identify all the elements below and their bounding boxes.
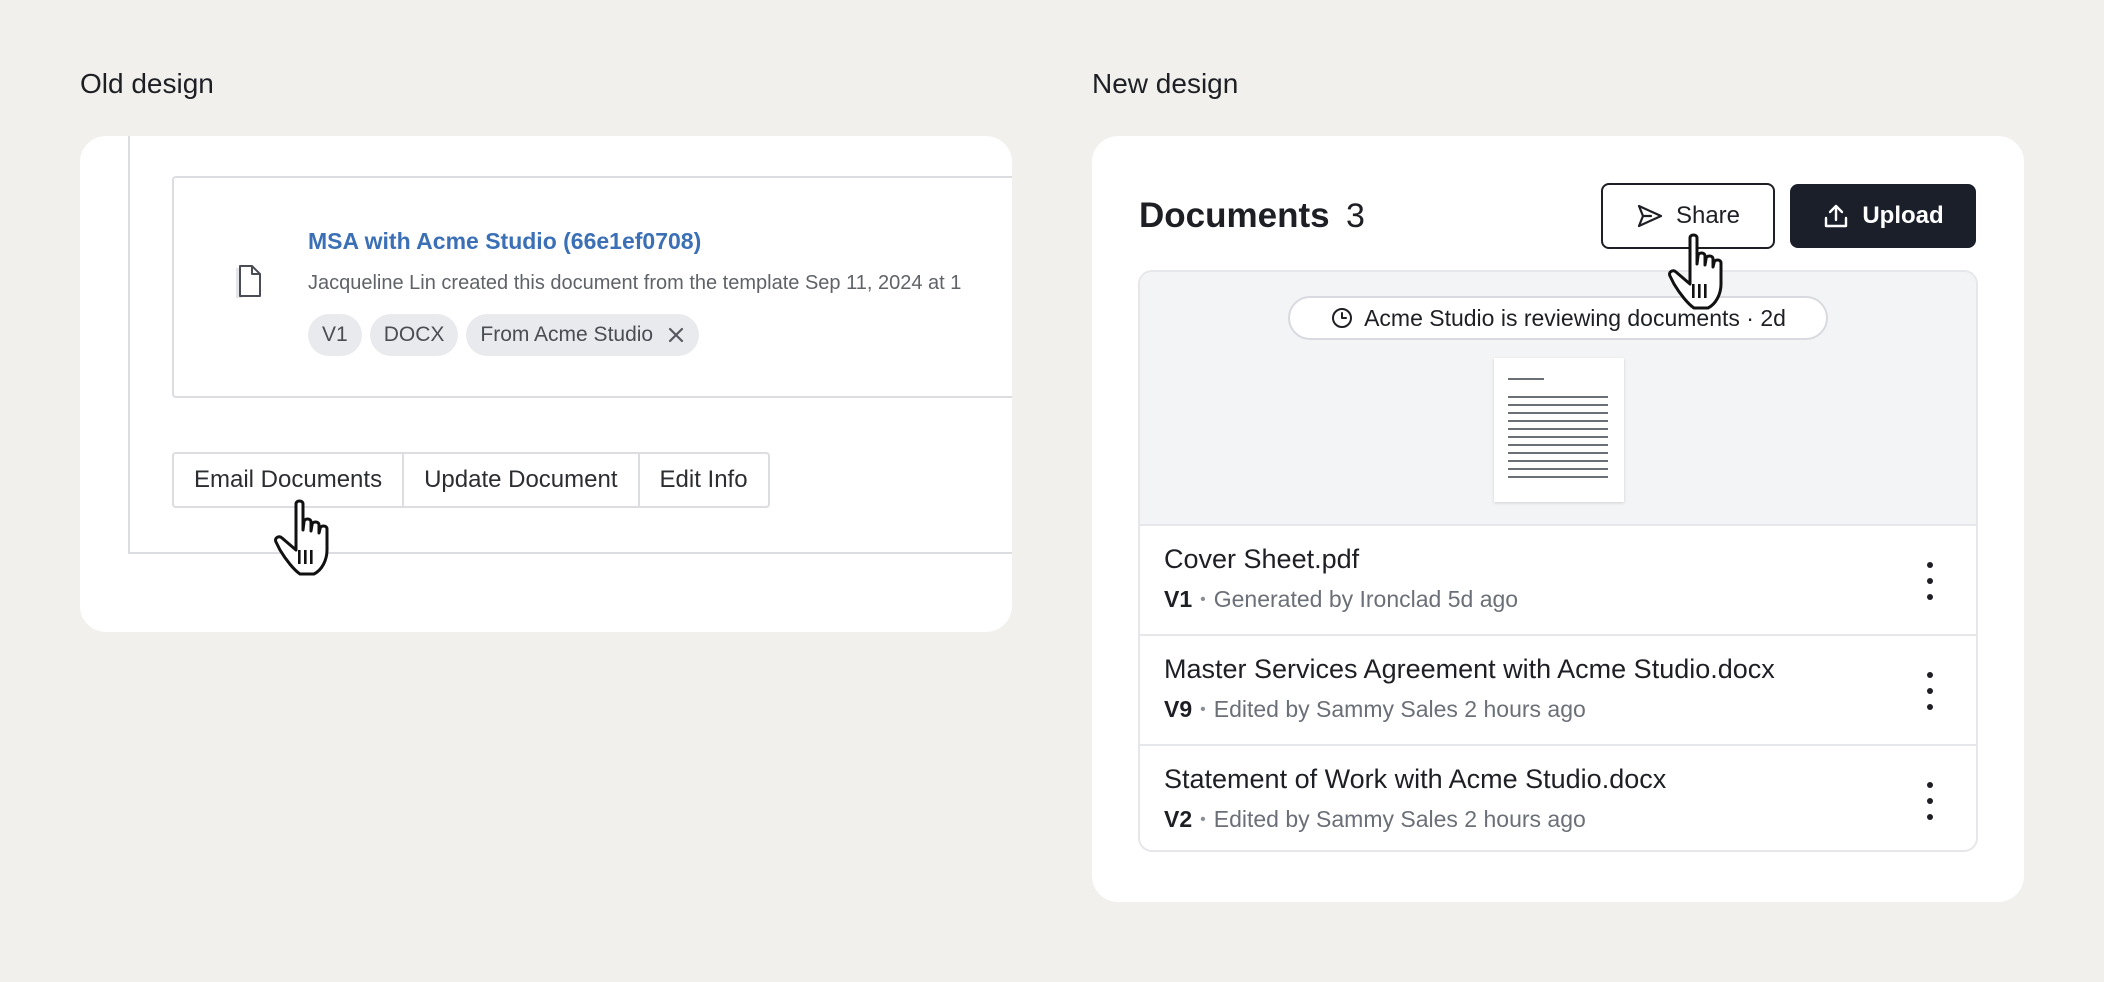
update-document-button[interactable]: Update Document bbox=[404, 454, 640, 506]
document-meta: V9 • Edited by Sammy Sales 2 hours ago bbox=[1164, 696, 1586, 723]
document-thumbnail[interactable] bbox=[1494, 358, 1624, 502]
document-row[interactable]: Master Services Agreement with Acme Stud… bbox=[1140, 636, 1976, 746]
separator-dot: • bbox=[1200, 810, 1206, 828]
document-version: V1 bbox=[1164, 586, 1193, 612]
document-activity: Generated by Ironclad 5d ago bbox=[1213, 586, 1519, 612]
document-meta: V1 • Generated by Ironclad 5d ago bbox=[1164, 586, 1518, 613]
kebab-icon[interactable] bbox=[1924, 672, 1936, 710]
document-preview-area: Acme Studio is reviewing documents · 2d bbox=[1140, 272, 1976, 526]
document-row[interactable]: Statement of Work with Acme Studio.docx … bbox=[1140, 746, 1976, 850]
hand-cursor-icon bbox=[274, 499, 329, 576]
close-icon[interactable] bbox=[667, 326, 685, 344]
source-tag-label: From Acme Studio bbox=[480, 323, 654, 346]
upload-button[interactable]: Upload bbox=[1790, 184, 1976, 248]
documents-list: Acme Studio is reviewing documents · 2d … bbox=[1138, 270, 1978, 852]
document-name[interactable]: Cover Sheet.pdf bbox=[1164, 544, 1359, 575]
filetype-tag: DOCX bbox=[369, 314, 459, 356]
file-icon bbox=[236, 265, 261, 298]
version-tag: V1 bbox=[308, 314, 362, 356]
new-design-panel: Documents 3 Share Upload Acme Studio is … bbox=[1092, 136, 2024, 902]
source-tag: From Acme Studio bbox=[466, 314, 700, 356]
document-activity: Edited by Sammy Sales 2 hours ago bbox=[1213, 696, 1586, 722]
document-activity: Edited by Sammy Sales 2 hours ago bbox=[1213, 806, 1586, 832]
document-version: V9 bbox=[1164, 696, 1193, 722]
edit-info-button[interactable]: Edit Info bbox=[640, 454, 768, 506]
document-version: V2 bbox=[1164, 806, 1193, 832]
share-button-label: Share bbox=[1675, 202, 1741, 229]
filetype-tag-label: DOCX bbox=[383, 323, 445, 346]
documents-title: Documents bbox=[1139, 196, 1330, 235]
version-tag-label: V1 bbox=[322, 323, 348, 346]
clock-icon bbox=[1332, 308, 1353, 328]
separator-dot: • bbox=[1200, 700, 1206, 718]
document-name[interactable]: Master Services Agreement with Acme Stud… bbox=[1164, 654, 1775, 685]
old-document-description: Jacqueline Lin created this document fro… bbox=[308, 272, 962, 294]
send-icon bbox=[1637, 204, 1663, 228]
upload-button-label: Upload bbox=[1862, 202, 1944, 229]
documents-count: 3 bbox=[1346, 197, 1365, 235]
document-row[interactable]: Cover Sheet.pdf V1 • Generated by Ironcl… bbox=[1140, 526, 1976, 636]
old-document-card[interactable]: MSA with Acme Studio (66e1ef0708) Jacque… bbox=[172, 176, 1012, 398]
old-document-tags: V1 DOCX From Acme Studio bbox=[308, 314, 700, 356]
kebab-icon[interactable] bbox=[1924, 782, 1936, 820]
old-document-title[interactable]: MSA with Acme Studio (66e1ef0708) bbox=[308, 228, 701, 255]
new-design-label: New design bbox=[1092, 68, 1239, 99]
separator-dot: • bbox=[1200, 590, 1206, 608]
old-design-panel: MSA with Acme Studio (66e1ef0708) Jacque… bbox=[80, 136, 1012, 632]
old-design-label: Old design bbox=[80, 68, 214, 99]
old-action-button-group: Email Documents Update Document Edit Inf… bbox=[172, 452, 770, 508]
review-status-badge: Acme Studio is reviewing documents · 2d bbox=[1288, 296, 1828, 340]
upload-icon bbox=[1825, 204, 1848, 228]
hand-cursor-icon bbox=[1668, 233, 1723, 310]
document-name[interactable]: Statement of Work with Acme Studio.docx bbox=[1164, 764, 1666, 795]
document-meta: V2 • Edited by Sammy Sales 2 hours ago bbox=[1164, 806, 1586, 833]
kebab-icon[interactable] bbox=[1924, 562, 1936, 600]
